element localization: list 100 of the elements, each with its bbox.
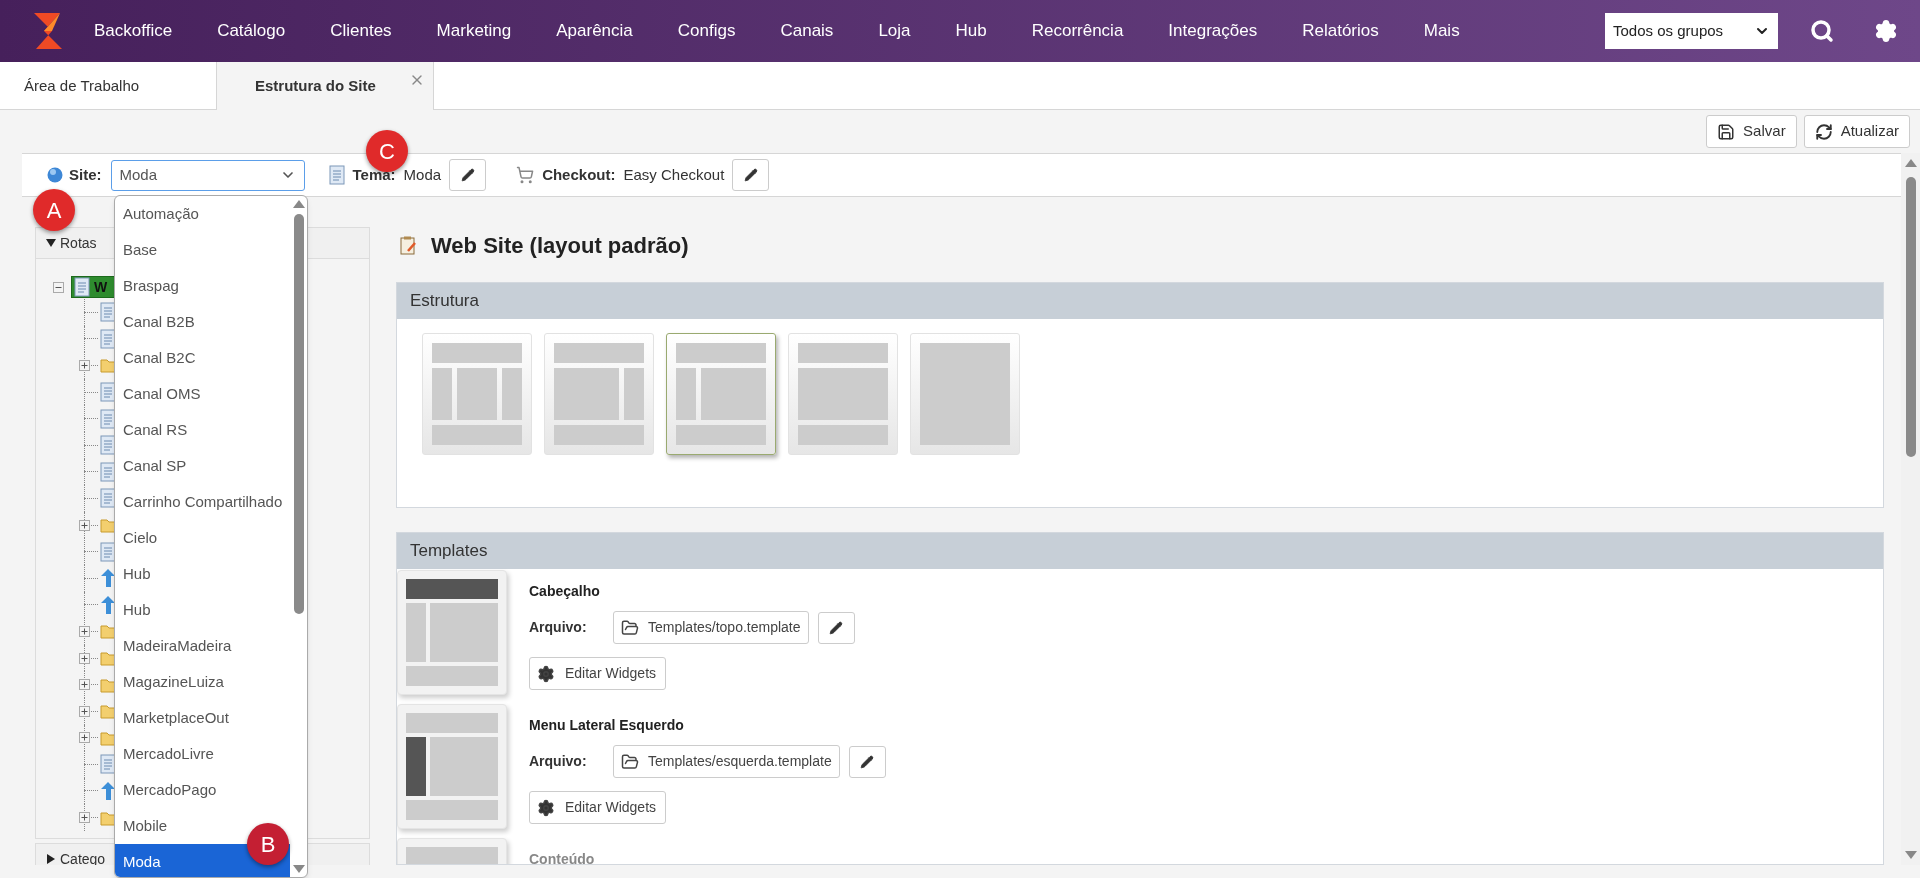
scroll-up-icon[interactable] <box>292 200 305 208</box>
expand-icon[interactable] <box>79 812 90 824</box>
nav-link[interactable]: Recorrência <box>1031 18 1124 44</box>
nav-link[interactable]: Integrações <box>1168 18 1258 44</box>
triangle-down-icon <box>46 238 56 248</box>
file-label: Arquivo: <box>529 618 588 637</box>
edit-widgets-button[interactable]: Editar Widgets <box>529 791 666 824</box>
folder-icon <box>621 752 639 771</box>
document-icon <box>100 541 116 562</box>
collapse-icon[interactable] <box>53 281 64 293</box>
gear-icon <box>537 664 555 683</box>
globe-icon <box>47 167 63 183</box>
dropdown-option[interactable]: Canal SP <box>115 448 290 484</box>
group-select[interactable]: Todos os grupos <box>1605 13 1778 49</box>
dropdown-option[interactable]: Cielo <box>115 520 290 556</box>
expand-icon[interactable] <box>79 732 90 744</box>
document-icon <box>100 382 116 403</box>
document-icon <box>100 435 116 456</box>
tab[interactable]: Estrutura do Site <box>216 62 434 110</box>
edit-widgets-button[interactable]: Editar Widgets <box>529 657 666 690</box>
template-name: Cabeçalho <box>529 582 601 601</box>
nav-link[interactable]: Backoffice <box>94 18 173 44</box>
tab-label: Estrutura do Site <box>255 75 376 96</box>
site-select[interactable]: Moda <box>110 159 305 191</box>
tab[interactable]: Área de Trabalho <box>0 62 216 110</box>
up-arrow-icon <box>100 594 116 615</box>
refresh-button[interactable]: Atualizar <box>1803 115 1910 148</box>
dropdown-option[interactable]: Canal B2C <box>115 340 290 376</box>
save-icon <box>1717 122 1736 141</box>
tree-node-label: W <box>94 277 108 297</box>
dropdown-option[interactable]: Canal OMS <box>115 376 290 412</box>
dropdown-option[interactable]: Canal B2B <box>115 304 290 340</box>
dropdown-option[interactable]: Carrinho Compartilhado <box>115 484 290 520</box>
dropdown-option[interactable]: Hub <box>115 592 290 628</box>
expand-icon[interactable] <box>79 625 90 637</box>
document-icon <box>100 408 116 429</box>
gear-icon <box>537 798 555 817</box>
dropdown-option[interactable]: MagazineLuiza <box>115 664 290 700</box>
pencil-icon <box>860 754 875 769</box>
scroll-up-icon[interactable] <box>1904 159 1917 167</box>
document-icon <box>100 302 116 323</box>
dropdown-option[interactable]: Canal RS <box>115 412 290 448</box>
cart-icon <box>516 166 535 184</box>
nav-link[interactable]: Mais <box>1423 18 1460 44</box>
scroll-down-icon[interactable] <box>1904 851 1917 859</box>
edit-button[interactable] <box>732 159 770 191</box>
nav-link[interactable]: Hub <box>955 18 987 44</box>
pencil-icon <box>829 620 844 635</box>
section-title: Rotas <box>60 233 97 253</box>
nav-link[interactable]: Relatórios <box>1302 18 1379 44</box>
nav-link[interactable]: Canais <box>780 18 834 44</box>
triangle-right-icon <box>46 854 56 864</box>
document-icon <box>100 461 116 482</box>
edit-button[interactable] <box>817 611 855 644</box>
up-arrow-icon <box>100 568 116 589</box>
scroll-thumb[interactable] <box>293 214 304 614</box>
file-button[interactable]: Templates/topo.template <box>613 611 809 644</box>
nav-link[interactable]: Aparência <box>556 18 633 44</box>
page-title: Web Site (layout padrão) <box>431 231 689 260</box>
dropdown-option[interactable]: MadeiraMadeira <box>115 628 290 664</box>
nav-link[interactable]: Loja <box>878 18 911 44</box>
expand-icon[interactable] <box>79 705 90 717</box>
up-arrow-icon <box>100 781 116 801</box>
site-label: Site: <box>69 164 102 185</box>
tab-label: Área de Trabalho <box>24 75 140 96</box>
dropdown-option[interactable]: MercadoLivre <box>115 736 290 772</box>
settings-icon[interactable] <box>1874 19 1898 43</box>
scroll-thumb[interactable] <box>1905 177 1916 457</box>
edit-button[interactable] <box>449 159 487 191</box>
pencil-icon <box>743 168 758 182</box>
document-icon <box>100 488 116 509</box>
save-button[interactable]: Salvar <box>1706 115 1797 148</box>
dropdown-option[interactable]: MarketplaceOut <box>115 700 290 736</box>
dropdown-option[interactable]: MercadoPago <box>115 772 290 808</box>
refresh-icon <box>1814 122 1833 141</box>
edit-button[interactable] <box>848 745 886 778</box>
folder-icon <box>621 618 639 637</box>
nav-link[interactable]: Marketing <box>436 18 512 44</box>
nav-link[interactable]: Clientes <box>330 18 392 44</box>
nav-link[interactable]: Configs <box>677 18 736 44</box>
template-name: Menu Lateral Esquerdo <box>529 716 685 735</box>
expand-icon[interactable] <box>79 360 90 371</box>
expand-icon[interactable] <box>79 519 90 531</box>
expand-icon[interactable] <box>79 679 90 691</box>
panel-header: Estrutura <box>397 283 1883 319</box>
document-icon <box>100 754 116 775</box>
dropdown-option[interactable]: Automação <box>115 196 290 232</box>
pencil-icon <box>460 168 475 182</box>
dropdown-option[interactable]: Base <box>115 232 290 268</box>
clipboard-icon <box>400 235 417 255</box>
site-icon <box>74 277 90 297</box>
expand-icon[interactable] <box>79 652 90 664</box>
file-button[interactable]: Templates/esquerda.template <box>613 745 840 778</box>
checkout-label: Checkout: <box>542 164 616 185</box>
nav-link[interactable]: Catálogo <box>217 18 286 44</box>
dropdown-option[interactable]: Hub <box>115 556 290 592</box>
document-icon <box>328 165 345 185</box>
search-icon[interactable] <box>1810 19 1834 43</box>
template-name: Conteúdo <box>529 850 595 864</box>
panel-header: Templates <box>397 533 1883 569</box>
